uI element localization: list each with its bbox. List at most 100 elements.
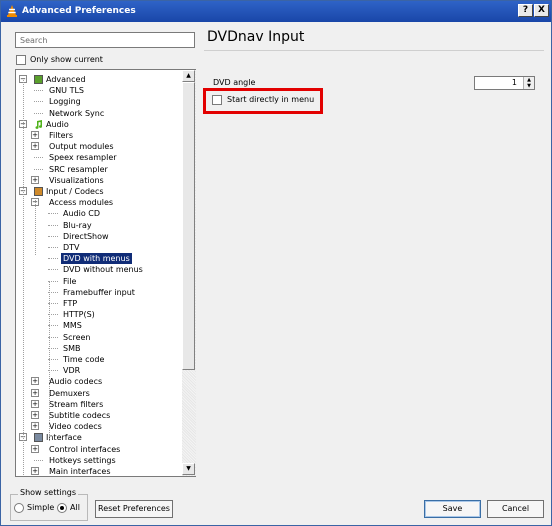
panel-divider xyxy=(204,50,544,51)
cancel-button[interactable]: Cancel xyxy=(487,500,544,518)
tree-item-access-modules[interactable]: − Access modules xyxy=(16,197,182,208)
tree-item-dvd-without-menus[interactable]: DVD without menus xyxy=(16,264,182,275)
tree-item-label: Interface xyxy=(46,433,82,443)
tree-item-dvd-with-menus[interactable]: DVD with menus xyxy=(16,253,182,265)
scroll-down-button[interactable]: ▼ xyxy=(182,463,195,475)
tree-item-label: File xyxy=(63,276,77,286)
scroll-thumb[interactable] xyxy=(182,82,195,370)
help-button[interactable]: ? xyxy=(518,4,533,17)
tree-item-filters[interactable]: + Filters xyxy=(16,130,182,141)
tree-connector xyxy=(48,224,58,226)
tree-item-audio[interactable]: − Audio xyxy=(16,119,182,130)
all-radio[interactable] xyxy=(57,503,67,513)
save-button[interactable]: Save xyxy=(424,500,481,518)
expand-icon[interactable]: + xyxy=(31,142,39,151)
tree-item-blu-ray[interactable]: Blu-ray xyxy=(16,220,182,231)
tree-item-audio-cd[interactable]: Audio CD xyxy=(16,208,182,219)
expand-icon[interactable]: + xyxy=(31,411,39,419)
input-codecs-icon xyxy=(34,187,43,196)
tree-item-hotkeys-settings[interactable]: Hotkeys settings xyxy=(16,455,182,466)
preferences-tree[interactable]: − Advanced GNU TLS Logging Network Sync − Audi… xyxy=(15,69,196,477)
tree-item-subtitle-codecs[interactable]: + Subtitle codecs xyxy=(16,410,182,421)
tree-item-ftp[interactable]: FTP xyxy=(16,298,182,309)
tree-item-stream-filters[interactable]: + Stream filters xyxy=(16,399,182,410)
tree-connector xyxy=(34,112,43,114)
tree-item-label: MMS xyxy=(63,321,82,331)
expand-icon[interactable]: + xyxy=(31,131,39,139)
tree-item-label: HTTP(S) xyxy=(63,310,95,320)
tree-item-mms[interactable]: MMS xyxy=(16,320,182,331)
advanced-icon xyxy=(34,75,43,84)
tree-item-output-modules[interactable]: + Output modules xyxy=(16,141,182,152)
expand-icon[interactable]: + xyxy=(31,399,39,408)
only-show-current-checkbox[interactable] xyxy=(16,55,26,65)
tree-connector xyxy=(48,269,58,271)
tree-item-label: Logging xyxy=(49,97,81,107)
tree-item-audio-codecs[interactable]: + Audio codecs xyxy=(16,376,182,387)
expand-icon[interactable]: + xyxy=(31,377,39,386)
tree-connector xyxy=(34,101,43,103)
tree-item-interface[interactable]: − Interface xyxy=(16,432,182,443)
tree-item-main-interfaces[interactable]: + Main interfaces xyxy=(16,466,182,476)
tree-guide-line xyxy=(49,281,50,441)
tree-item-label: Audio CD xyxy=(63,209,101,219)
tree-item-label: DVD without menus xyxy=(63,265,143,275)
tree-item-label: Audio codecs xyxy=(49,377,103,387)
tree-item-dtv[interactable]: DTV xyxy=(16,242,182,253)
expand-icon[interactable]: + xyxy=(31,388,39,397)
tree-item-demuxers[interactable]: + Demuxers xyxy=(16,388,182,399)
interface-icon xyxy=(34,433,43,443)
reset-preferences-button[interactable]: Reset Preferences xyxy=(95,500,173,518)
tree-item-input-codecs[interactable]: − Input / Codecs xyxy=(16,186,182,197)
tree-item-src-resampler[interactable]: SRC resampler xyxy=(16,164,182,175)
tree-item-label: Subtitle codecs xyxy=(49,411,111,420)
tree-item-http-s[interactable]: HTTP(S) xyxy=(16,309,182,320)
tree-item-label: DirectShow xyxy=(63,231,109,241)
tree-item-smb[interactable]: SMB xyxy=(16,343,182,354)
tree-item-label: Framebuffer input xyxy=(63,287,135,297)
tree-item-control-interfaces[interactable]: + Control interfaces xyxy=(16,444,182,455)
tree-item-advanced[interactable]: − Advanced xyxy=(16,74,182,85)
tree-item-label: Audio xyxy=(46,119,69,129)
tree-item-vdr[interactable]: VDR xyxy=(16,365,182,376)
tree-item-gnu-tls[interactable]: GNU TLS xyxy=(16,85,182,96)
tree-item-label: GNU TLS xyxy=(49,86,85,96)
tree-guide-line xyxy=(35,200,36,255)
panel-title: DVDnav Input xyxy=(207,29,305,45)
all-label: All xyxy=(70,503,80,512)
tree-item-label: FTP xyxy=(63,299,78,308)
tree-item-framebuffer-input[interactable]: Framebuffer input xyxy=(16,287,182,298)
tree-connector xyxy=(48,258,58,260)
tree-item-label: VDR xyxy=(63,366,81,376)
tree-connector xyxy=(34,157,43,159)
window-title: Advanced Preferences xyxy=(22,6,136,16)
expand-icon[interactable]: + xyxy=(31,444,39,453)
tree-item-network-sync[interactable]: Network Sync xyxy=(16,108,182,119)
start-directly-in-menu-checkbox[interactable] xyxy=(212,95,222,105)
tree-item-speex-resampler[interactable]: Speex resampler xyxy=(16,152,182,163)
spin-down-icon[interactable]: ▼ xyxy=(523,83,534,89)
tree-item-visualizations[interactable]: + Visualizations xyxy=(16,175,182,186)
tree-item-directshow[interactable]: DirectShow xyxy=(16,231,182,242)
tree-scrollbar[interactable]: ▲ ▼ xyxy=(182,70,196,476)
tree-item-file[interactable]: File xyxy=(16,276,182,287)
dvd-angle-spinbox[interactable]: 1 ▲ ▼ xyxy=(474,76,535,90)
search-input[interactable] xyxy=(15,32,195,48)
tree-item-logging[interactable]: Logging xyxy=(16,96,182,107)
audio-note-icon xyxy=(34,119,43,129)
simple-radio[interactable] xyxy=(14,503,24,513)
close-button[interactable]: X xyxy=(534,4,549,17)
tree-item-label: Video codecs xyxy=(49,422,102,432)
expand-icon[interactable]: + xyxy=(31,175,39,184)
scroll-up-button[interactable]: ▲ xyxy=(182,70,195,82)
tree-item-label: Control interfaces xyxy=(49,444,121,454)
tree-item-video-codecs[interactable]: + Video codecs xyxy=(16,421,182,432)
expand-icon[interactable]: + xyxy=(31,467,39,475)
tree-connector xyxy=(48,213,58,215)
tree-item-time-code[interactable]: Time code xyxy=(16,354,182,365)
tree-item-screen[interactable]: Screen xyxy=(16,332,182,343)
expand-icon[interactable]: + xyxy=(31,422,39,431)
title-bar[interactable]: Advanced Preferences ? X xyxy=(1,1,551,22)
tree-item-label: Filters xyxy=(49,131,73,140)
tree-connector xyxy=(48,235,58,237)
